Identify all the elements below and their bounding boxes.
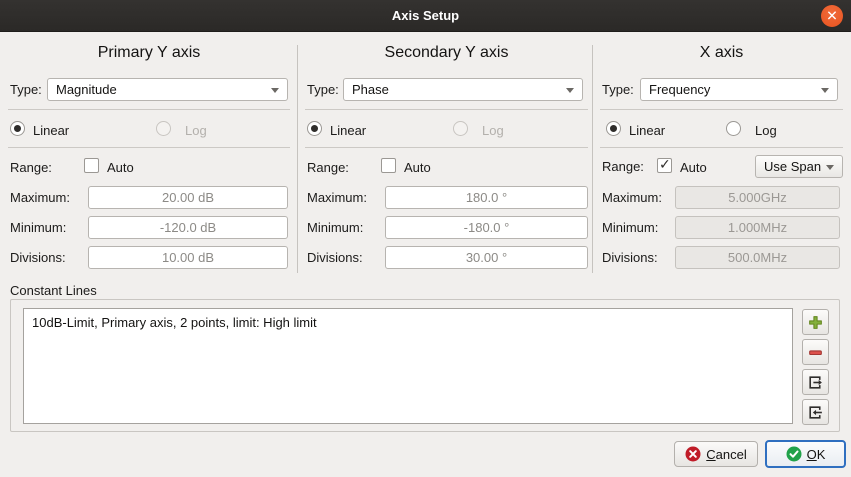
type-value: Phase (352, 82, 389, 97)
type-value: Magnitude (56, 82, 117, 97)
type-combobox[interactable]: Magnitude (47, 78, 288, 101)
linear-radio[interactable] (10, 121, 25, 136)
log-label: Log (185, 123, 207, 138)
divisions-field[interactable]: 10.00 dB (88, 246, 288, 269)
import-icon (807, 404, 824, 421)
column-separator (297, 45, 298, 273)
log-label: Log (482, 123, 504, 138)
type-combobox[interactable]: Phase (343, 78, 583, 101)
divisions-label: Divisions: (602, 250, 658, 265)
ok-label: OK (807, 447, 826, 462)
secondary-y-axis-panel: Secondary Y axis Type: Phase Linear Log … (305, 42, 588, 278)
auto-label: Auto (680, 160, 707, 175)
primary-y-axis-panel: Primary Y axis Type: Magnitude Linear Lo… (8, 42, 290, 278)
titlebar: Axis Setup ✕ (0, 0, 851, 32)
log-radio[interactable] (726, 121, 741, 136)
log-label: Log (755, 123, 777, 138)
remove-button[interactable] (802, 339, 829, 365)
type-label: Type: (307, 82, 339, 97)
range-label: Range: (10, 160, 52, 175)
chevron-down-icon (566, 88, 574, 93)
ok-icon (786, 446, 802, 462)
minimum-field: 1.000MHz (675, 216, 840, 239)
linear-radio[interactable] (307, 121, 322, 136)
chevron-down-icon (821, 88, 829, 93)
maximum-field: 5.000GHz (675, 186, 840, 209)
separator (8, 147, 290, 148)
constant-lines-list[interactable]: 10dB-Limit, Primary axis, 2 points, limi… (23, 308, 793, 424)
window-title: Axis Setup (392, 8, 459, 23)
range-label: Range: (307, 160, 349, 175)
type-value: Frequency (649, 82, 710, 97)
auto-checkbox[interactable] (84, 158, 99, 173)
linear-radio[interactable] (606, 121, 621, 136)
log-radio (156, 121, 171, 136)
axis-setup-dialog: Axis Setup ✕ Primary Y axis Type: Magnit… (0, 0, 851, 477)
chevron-down-icon (826, 165, 834, 170)
type-combobox[interactable]: Frequency (640, 78, 838, 101)
auto-label: Auto (107, 160, 134, 175)
type-label: Type: (602, 82, 634, 97)
minimum-label: Minimum: (307, 220, 363, 235)
ok-button[interactable]: OK (765, 440, 846, 468)
span-combobox[interactable]: Use Span (755, 155, 843, 178)
cancel-label: Cancel (706, 447, 746, 462)
divisions-label: Divisions: (307, 250, 363, 265)
maximum-label: Maximum: (602, 190, 662, 205)
maximum-label: Maximum: (307, 190, 367, 205)
minus-icon (807, 344, 824, 361)
separator (305, 109, 588, 110)
add-button[interactable] (802, 309, 829, 335)
close-icon: ✕ (826, 9, 838, 23)
minimum-label: Minimum: (10, 220, 66, 235)
column-separator (592, 45, 593, 273)
minimum-field[interactable]: -180.0 ° (385, 216, 588, 239)
close-button[interactable]: ✕ (821, 5, 843, 27)
divisions-field: 500.0MHz (675, 246, 840, 269)
plus-icon (807, 314, 824, 331)
constant-lines-label: Constant Lines (10, 283, 97, 298)
maximum-field[interactable]: 180.0 ° (385, 186, 588, 209)
cancel-button[interactable]: Cancel (674, 441, 758, 467)
export-icon (807, 374, 824, 391)
linear-label: Linear (629, 123, 665, 138)
constant-line-item[interactable]: 10dB-Limit, Primary axis, 2 points, limi… (24, 309, 792, 336)
minimum-label: Minimum: (602, 220, 658, 235)
import-button[interactable] (802, 399, 829, 425)
auto-checkbox[interactable] (657, 158, 672, 173)
chevron-down-icon (271, 88, 279, 93)
panel-title: Secondary Y axis (305, 44, 588, 62)
linear-label: Linear (33, 123, 69, 138)
panel-title: Primary Y axis (8, 44, 290, 62)
minimum-field[interactable]: -120.0 dB (88, 216, 288, 239)
range-label: Range: (602, 159, 644, 174)
divisions-field[interactable]: 30.00 ° (385, 246, 588, 269)
cancel-icon (685, 446, 701, 462)
export-button[interactable] (802, 369, 829, 395)
separator (600, 109, 843, 110)
constant-lines-frame: 10dB-Limit, Primary axis, 2 points, limi… (10, 299, 840, 432)
panel-title: X axis (600, 44, 843, 62)
maximum-field[interactable]: 20.00 dB (88, 186, 288, 209)
divisions-label: Divisions: (10, 250, 66, 265)
separator (600, 147, 843, 148)
linear-label: Linear (330, 123, 366, 138)
separator (305, 147, 588, 148)
auto-checkbox[interactable] (381, 158, 396, 173)
x-axis-panel: X axis Type: Frequency Linear Log Range:… (600, 42, 843, 278)
separator (8, 109, 290, 110)
maximum-label: Maximum: (10, 190, 70, 205)
auto-label: Auto (404, 160, 431, 175)
type-label: Type: (10, 82, 42, 97)
span-value: Use Span (764, 159, 821, 174)
log-radio (453, 121, 468, 136)
